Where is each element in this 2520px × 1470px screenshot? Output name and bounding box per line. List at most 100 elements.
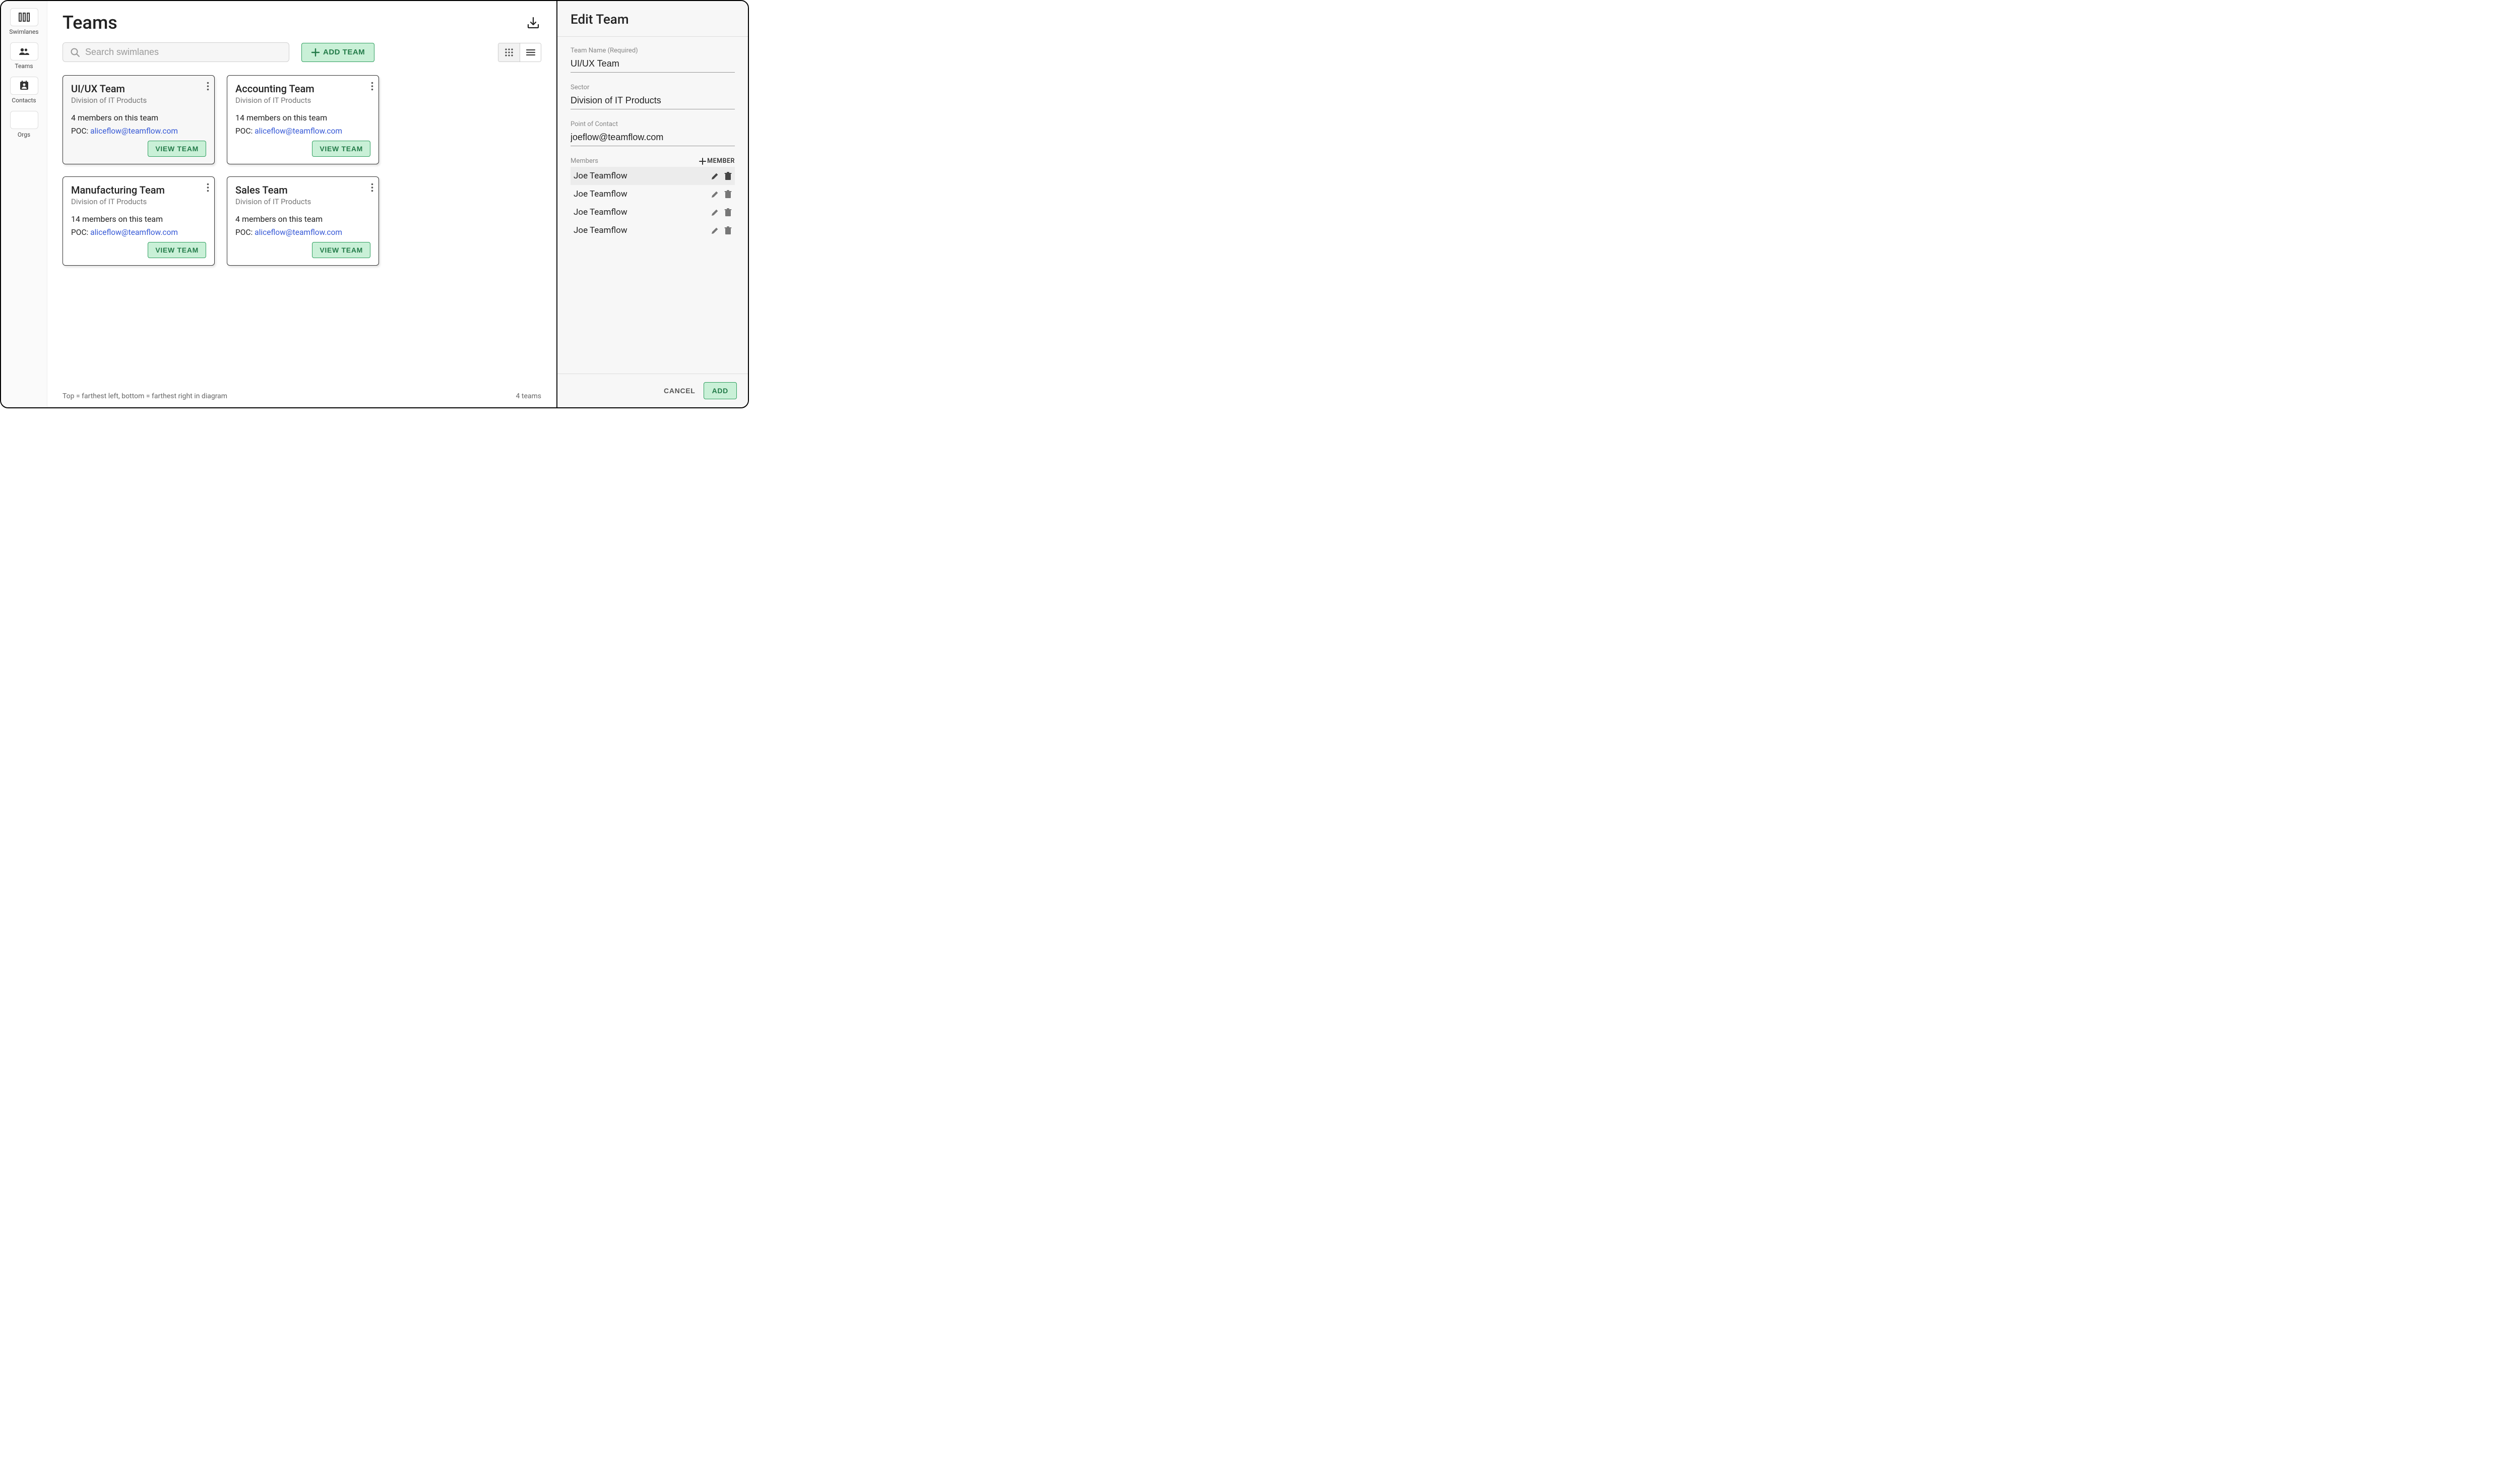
card-poc-label: POC:	[71, 127, 90, 136]
contacts-icon	[10, 77, 38, 95]
plus-icon	[699, 158, 706, 165]
edit-icon[interactable]	[711, 172, 719, 180]
add-button[interactable]: ADD	[704, 382, 737, 399]
card-poc-email[interactable]: aliceflow@teamflow.com	[90, 127, 178, 136]
team-card[interactable]: UI/UX Team Division of IT Products 4 mem…	[62, 75, 215, 164]
panel-title: Edit Team	[571, 12, 735, 27]
card-subtitle: Division of IT Products	[71, 96, 206, 105]
footer-count: 4 teams	[516, 392, 541, 400]
cancel-button[interactable]: CANCEL	[664, 387, 696, 395]
member-row[interactable]: Joe Teamflow	[571, 185, 735, 203]
card-menu-icon[interactable]	[207, 82, 209, 91]
card-subtitle: Division of IT Products	[235, 197, 370, 206]
panel-body: Team Name (Required) Sector Point of Con…	[557, 37, 748, 374]
plus-icon	[311, 48, 320, 57]
team-card[interactable]: Sales Team Division of IT Products 4 mem…	[227, 176, 379, 266]
download-icon[interactable]	[525, 15, 541, 31]
orgs-icon	[10, 111, 38, 129]
view-team-button[interactable]: VIEW TEAM	[148, 141, 206, 157]
search-input-wrap[interactable]	[62, 42, 289, 62]
card-poc: POC: aliceflow@teamflow.com	[235, 127, 370, 136]
card-members: 4 members on this team	[235, 214, 370, 224]
members-header: Members MEMBER	[571, 157, 735, 165]
card-poc-email[interactable]: aliceflow@teamflow.com	[255, 127, 342, 136]
card-poc: POC: aliceflow@teamflow.com	[71, 127, 206, 136]
panel-footer: CANCEL ADD	[557, 374, 748, 407]
nav-label: Orgs	[18, 131, 30, 138]
card-members: 14 members on this team	[71, 214, 206, 224]
search-input[interactable]	[85, 47, 282, 57]
member-row[interactable]: Joe Teamflow	[571, 167, 735, 185]
add-member-button[interactable]: MEMBER	[699, 157, 735, 165]
edit-icon[interactable]	[711, 190, 719, 199]
main-content: Teams ADD TEAM	[47, 1, 556, 407]
card-menu-icon[interactable]	[207, 183, 209, 192]
nav-rail: Swimlanes Teams Contacts Orgs	[1, 1, 47, 407]
card-poc: POC: aliceflow@teamflow.com	[71, 228, 206, 237]
card-title: Manufacturing Team	[71, 184, 206, 196]
teams-icon	[10, 42, 38, 60]
team-card[interactable]: Manufacturing Team Division of IT Produc…	[62, 176, 215, 266]
app-frame: Swimlanes Teams Contacts Orgs Teams	[0, 0, 749, 408]
card-poc-email[interactable]: aliceflow@teamflow.com	[90, 228, 178, 237]
sector-input[interactable]	[571, 93, 735, 109]
nav-label: Contacts	[12, 97, 36, 104]
add-member-label: MEMBER	[707, 157, 735, 165]
card-poc-label: POC:	[71, 228, 90, 237]
poc-input[interactable]	[571, 130, 735, 146]
card-menu-icon[interactable]	[371, 82, 373, 91]
card-menu-icon[interactable]	[371, 183, 373, 192]
page-header: Teams	[62, 12, 541, 33]
card-poc-label: POC:	[235, 228, 255, 237]
poc-label: Point of Contact	[571, 120, 735, 128]
view-list-button[interactable]	[520, 43, 541, 62]
card-title: UI/UX Team	[71, 83, 206, 95]
team-name-input[interactable]	[571, 56, 735, 73]
trash-icon[interactable]	[724, 190, 732, 199]
members-list: Joe Teamflow Joe Teamflow Joe Teamflow	[571, 167, 735, 239]
swimlanes-icon	[10, 8, 38, 26]
card-title: Sales Team	[235, 184, 370, 196]
trash-icon[interactable]	[724, 172, 732, 180]
member-name: Joe Teamflow	[574, 207, 627, 217]
card-members: 4 members on this team	[71, 113, 206, 122]
member-row[interactable]: Joe Teamflow	[571, 221, 735, 239]
nav-item-swimlanes[interactable]: Swimlanes	[5, 8, 43, 35]
nav-item-contacts[interactable]: Contacts	[5, 77, 43, 104]
search-icon	[70, 47, 80, 57]
sector-label: Sector	[571, 84, 735, 91]
card-title: Accounting Team	[235, 83, 370, 95]
card-members: 14 members on this team	[235, 113, 370, 122]
team-cards-grid: UI/UX Team Division of IT Products 4 mem…	[62, 75, 541, 266]
trash-icon[interactable]	[724, 226, 732, 235]
member-name: Joe Teamflow	[574, 171, 627, 181]
footer-hint: Top = farthest left, bottom = farthest r…	[62, 392, 227, 400]
trash-icon[interactable]	[724, 208, 732, 217]
panel-header: Edit Team	[557, 1, 748, 37]
toolbar: ADD TEAM	[62, 42, 541, 62]
member-name: Joe Teamflow	[574, 225, 627, 235]
edit-icon[interactable]	[711, 208, 719, 217]
view-toggle	[498, 43, 541, 62]
nav-label: Teams	[15, 63, 33, 70]
card-poc: POC: aliceflow@teamflow.com	[235, 228, 370, 237]
team-card[interactable]: Accounting Team Division of IT Products …	[227, 75, 379, 164]
card-subtitle: Division of IT Products	[235, 96, 370, 105]
card-poc-email[interactable]: aliceflow@teamflow.com	[255, 228, 342, 237]
view-team-button[interactable]: VIEW TEAM	[312, 242, 370, 258]
page-title: Teams	[62, 12, 117, 33]
view-grid-button[interactable]	[498, 43, 520, 62]
edit-team-panel: Edit Team Team Name (Required) Sector Po…	[556, 1, 748, 407]
card-subtitle: Division of IT Products	[71, 197, 206, 206]
nav-item-orgs[interactable]: Orgs	[5, 111, 43, 138]
field-team-name: Team Name (Required)	[571, 47, 735, 73]
card-poc-label: POC:	[235, 127, 255, 136]
view-team-button[interactable]: VIEW TEAM	[312, 141, 370, 157]
member-row[interactable]: Joe Teamflow	[571, 203, 735, 221]
nav-item-teams[interactable]: Teams	[5, 42, 43, 70]
view-team-button[interactable]: VIEW TEAM	[148, 242, 206, 258]
add-team-button[interactable]: ADD TEAM	[301, 43, 374, 62]
add-team-label: ADD TEAM	[323, 48, 365, 56]
field-sector: Sector	[571, 84, 735, 109]
edit-icon[interactable]	[711, 226, 719, 235]
